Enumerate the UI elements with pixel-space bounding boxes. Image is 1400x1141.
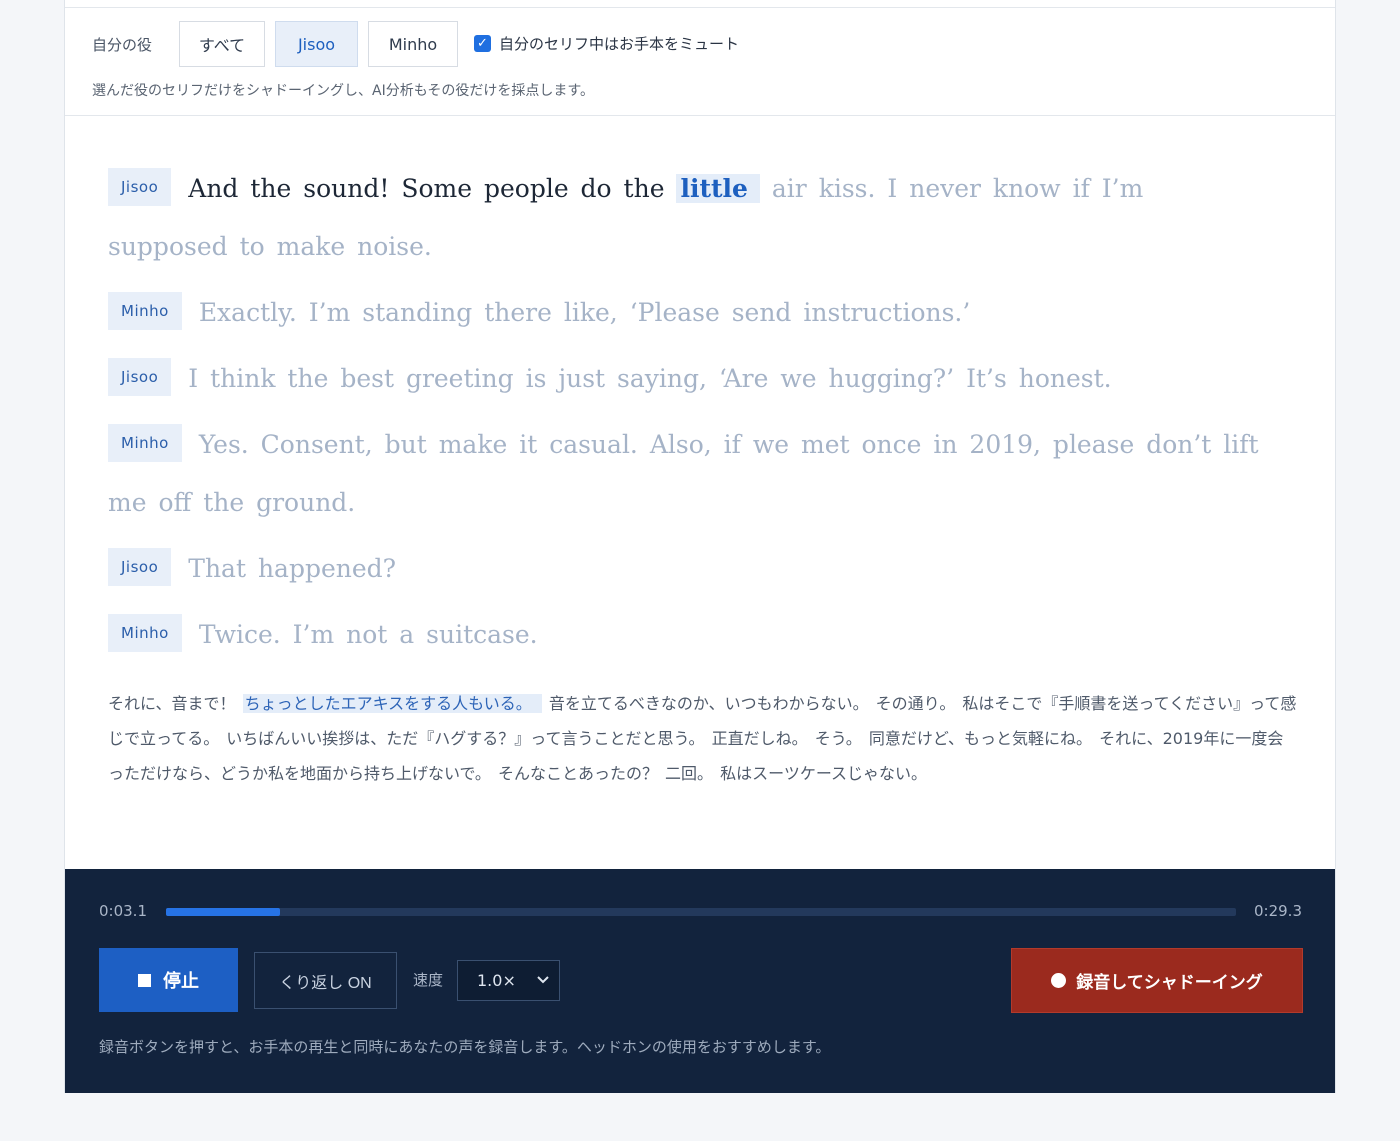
stop-button[interactable]: 停止 (99, 948, 238, 1012)
stop-label: 停止 (163, 971, 199, 991)
total-time: 0:29.3 (1254, 902, 1302, 920)
role-button-jisoo[interactable]: Jisoo (275, 21, 358, 67)
speaker-tag: Minho (108, 613, 182, 652)
script-line[interactable]: Jisoo That happened? (108, 540, 1268, 598)
current-time: 0:03.1 (99, 902, 147, 920)
role-button-all[interactable]: すべて (179, 21, 265, 67)
script-line[interactable]: Jisoo I think the best greeting is just s… (108, 350, 1268, 408)
speaker-tag: Jisoo (108, 547, 172, 586)
speaker-tag: Minho (108, 423, 182, 462)
upcoming-words: Yes. Consent, but make it casual. Also, … (108, 430, 1259, 517)
script-line[interactable]: Jisoo And the sound! Some people do the l… (108, 160, 1268, 276)
upcoming-words: I think the best greeting is just saying… (188, 364, 1112, 393)
translation-highlight: ちょっとしたエアキスをする人もいる。 (242, 694, 542, 713)
progress-track[interactable] (166, 908, 1236, 916)
translation-before: それに、音まで！ (108, 694, 243, 713)
speed-value: 1.0× (477, 971, 516, 990)
script-line[interactable]: Minho Exactly. I’m standing there like, ‘… (108, 284, 1268, 342)
script-line[interactable]: Minho Yes. Consent, but make it casual. A… (108, 416, 1268, 532)
chevron-down-icon (537, 976, 549, 984)
loop-toggle-button[interactable]: くり返し ON (254, 952, 397, 1009)
stop-icon (138, 973, 151, 987)
record-label: 録音してシャドーイング (1076, 973, 1263, 992)
spoken-words: And the sound! Some people do the (188, 174, 665, 203)
speaker-tag: Jisoo (108, 357, 172, 396)
role-label: 自分の役 (92, 36, 153, 54)
upcoming-words: Exactly. I’m standing there like, ‘Pleas… (198, 298, 971, 327)
role-button-minho[interactable]: Minho (368, 21, 458, 67)
role-selector-bar: 自分の役 すべて Jisoo Minho ✓ 自分のセリフ中はお手本をミュート … (65, 8, 1335, 116)
record-icon (1051, 973, 1067, 988)
mute-label: 自分のセリフ中はお手本をミュート (499, 35, 740, 53)
role-hint: 選んだ役のセリフだけをシャドーイングし、AI分析もその役だけを採点します。 (92, 83, 595, 99)
shadowing-card: 自分の役 すべて Jisoo Minho ✓ 自分のセリフ中はお手本をミュート … (64, 0, 1336, 1093)
speed-select[interactable]: 1.0× (457, 960, 560, 1001)
record-shadowing-button[interactable]: 録音してシャドーイング (1011, 948, 1303, 1013)
script-line[interactable]: Minho Twice. I’m not a suitcase. (108, 606, 1268, 664)
speaker-tag: Minho (108, 291, 182, 330)
upcoming-words: That happened? (188, 554, 397, 583)
mute-checkbox[interactable]: ✓ (474, 35, 491, 52)
player-hint: 録音ボタンを押すと、お手本の再生と同時にあなたの声を録音します。ヘッドホンの使用… (99, 1038, 831, 1056)
speaker-tag: Jisoo (108, 167, 172, 206)
progress-fill (166, 908, 281, 916)
translation-text: それに、音まで！ ちょっとしたエアキスをする人もいる。 音を立てるべきなのか、い… (108, 686, 1298, 791)
mute-toggle[interactable]: ✓ 自分のセリフ中はお手本をミュート (474, 33, 739, 54)
speed-label: 速度 (413, 971, 444, 989)
current-word: little (676, 174, 760, 203)
script-lines: Jisoo And the sound! Some people do the l… (108, 160, 1268, 672)
audio-player: 0:03.1 0:29.3 停止 くり返し ON 速度 1.0× 録音してシャド… (65, 869, 1335, 1093)
upcoming-words: Twice. I’m not a suitcase. (198, 620, 538, 649)
